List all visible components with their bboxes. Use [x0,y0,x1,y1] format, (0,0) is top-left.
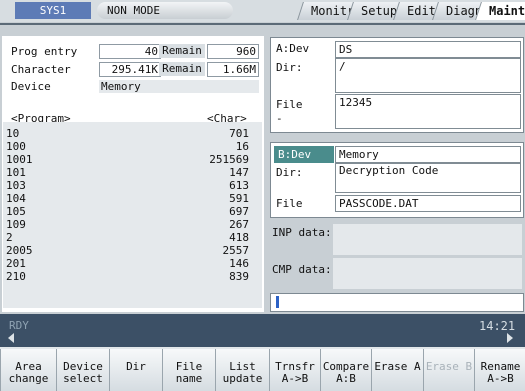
inp-data-label: INP data: [272,226,332,239]
program-chars: 16 [235,140,249,153]
program-chars: 701 [229,127,249,140]
erase-b-button[interactable]: Erase B [423,349,474,391]
dir-button[interactable]: Dir [109,349,162,391]
program-chars: 2557 [222,244,250,257]
softkey-label: name [175,372,203,385]
list-item[interactable]: 2 418 [6,232,249,243]
softkey-label: Dir [126,360,146,373]
command-input[interactable] [270,293,524,312]
a-file-label: File [276,98,303,111]
scroll-right-icon[interactable] [507,333,513,343]
program-name: 210 [6,270,26,283]
program-name: 104 [6,192,26,205]
program-name: 1001 [6,153,33,166]
list-item[interactable]: 105 697 [6,206,249,217]
list-update-button[interactable]: List update [215,349,269,391]
b-dir-field[interactable]: Decryption Code [335,163,521,193]
softkey-label: A:B [336,372,356,385]
tab-label: Setup [361,4,398,18]
program-chars: 251569 [209,153,249,166]
rename-button[interactable]: Rename A->B [474,349,525,391]
tab-label: Edit [407,4,436,18]
scroll-left-icon[interactable] [8,333,14,343]
softkey-label: Erase B [425,360,473,373]
tab-mainte[interactable]: Mainte [475,2,525,20]
program-name: 105 [6,205,26,218]
mode-label: NON MODE [107,4,160,17]
prog-remain-label: Remain [159,44,205,58]
program-name: 100 [6,140,26,153]
program-name: 103 [6,179,26,192]
program-chars: 267 [229,218,249,231]
softkey-label: select [63,372,103,385]
program-name: 2005 [6,244,33,257]
erase-a-button[interactable]: Erase A [371,349,423,391]
b-file-label: File [276,197,303,210]
softkey-label: A->B [281,372,309,385]
program-chars: 591 [229,192,249,205]
system-badge: SYS1 [15,2,91,19]
softkey-label: change [8,372,49,385]
char-remain-value: 1.66M [207,62,259,77]
program-name: 101 [6,166,26,179]
program-chars: 146 [229,257,249,270]
device-select-button[interactable]: Device select [56,349,109,391]
b-dev-label: B:Dev [274,146,334,163]
character-label: Character [11,63,71,76]
a-dash: - [276,112,283,125]
list-item[interactable]: 103 613 [6,180,249,191]
prog-entry-label: Prog entry [11,45,78,58]
list-item[interactable]: 210 839 [6,271,249,282]
a-dev-label: A:Dev [276,42,310,55]
list-item[interactable]: 100 16 [6,141,249,152]
transfer-a-to-b-button[interactable]: Trnsfr A->B [269,349,320,391]
b-file-field[interactable]: PASSCODE.DAT [335,195,521,212]
list-item[interactable]: 10 701 [6,128,249,139]
list-item[interactable]: 104 591 [6,193,249,204]
device-label: Device [11,80,51,93]
softkey-label: Erase A [374,360,421,373]
a-dir-field[interactable]: / [335,58,521,93]
cmp-data-field [333,258,522,289]
program-chars: 839 [229,270,249,283]
file-name-button[interactable]: File name [162,349,215,391]
prog-entry-value: 40 [99,44,161,59]
area-change-button[interactable]: Area change [0,349,56,391]
character-value: 295.41K [99,62,161,77]
program-chars: 418 [229,231,249,244]
b-dev-field[interactable]: Memory [335,146,521,163]
list-item[interactable]: 2005 2557 [6,245,249,256]
device-value: Memory [99,80,259,93]
program-name: 109 [6,218,26,231]
list-item[interactable]: 101 147 [6,167,249,178]
tab-label: Mainte [489,4,525,18]
list-item[interactable]: 201 146 [6,258,249,269]
softkey-label: update [222,372,263,385]
status-clock: 14:21 [479,319,516,333]
program-name: 10 [6,127,20,140]
compare-button[interactable]: Compare A:B [320,349,371,391]
a-file-field[interactable]: 12345 [335,94,521,129]
program-name: 2 [6,231,13,244]
softkey-label: A->B [487,372,514,385]
a-dev-field[interactable]: DS [335,41,521,58]
status-state: RDY [9,319,29,332]
status-bar [0,314,525,347]
program-chars: 613 [229,179,249,192]
inp-data-field [333,224,522,255]
mode-indicator: NON MODE [97,2,233,19]
b-dir-label: Dir: [276,166,303,179]
char-remain-label: Remain [159,62,205,76]
cmp-data-label: CMP data: [272,263,332,276]
list-item[interactable]: 109 267 [6,219,249,230]
text-cursor [276,296,279,308]
list-item[interactable]: 1001 251569 [6,154,249,165]
program-name: 201 [6,257,26,270]
prog-remain-value: 960 [207,44,259,59]
header-divider [0,23,525,25]
program-chars: 697 [229,205,249,218]
program-chars: 147 [229,166,249,179]
a-dir-label: Dir: [276,61,303,74]
